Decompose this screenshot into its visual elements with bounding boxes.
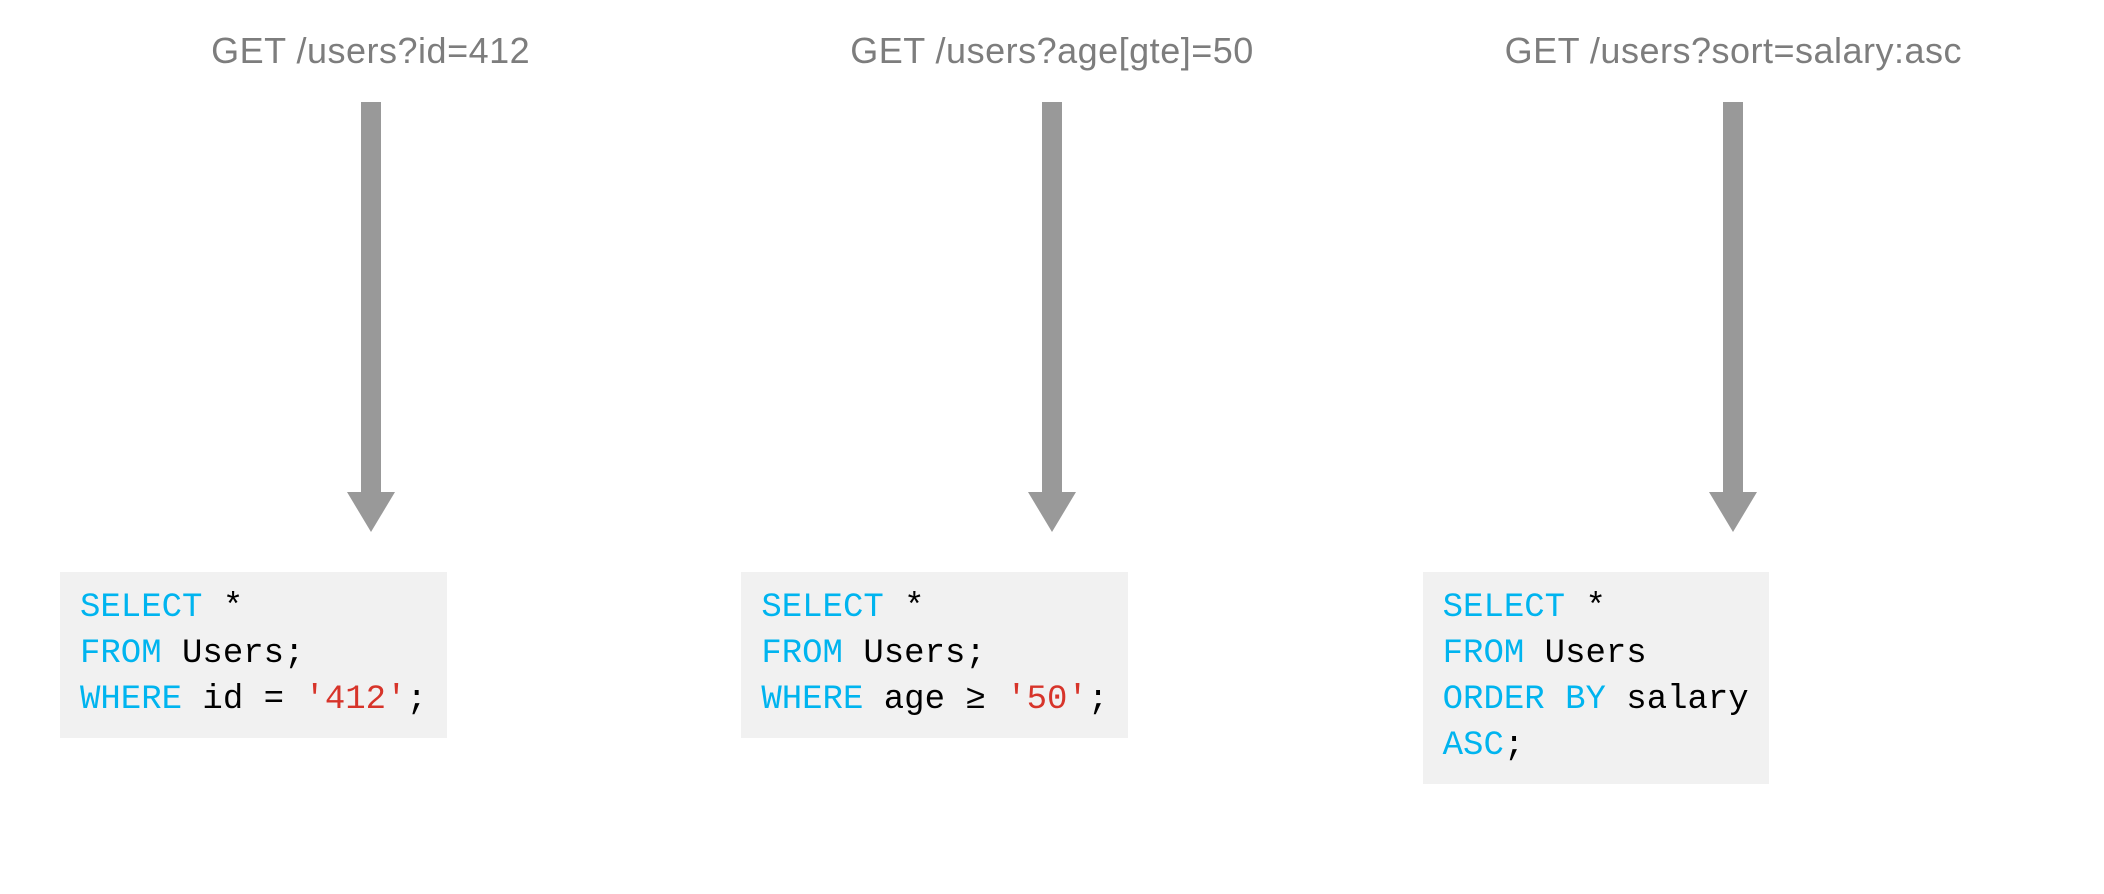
example-column-3: GET /users?sort=salary:asc SELECT * FROM… (1423, 30, 2044, 784)
http-request-2: GET /users?age[gte]=50 (850, 30, 1254, 72)
http-request-1: GET /users?id=412 (211, 30, 530, 72)
sql-block-1: SELECT * FROM Users; WHERE id = '412'; (60, 572, 447, 738)
sql-block-3: SELECT * FROM Users ORDER BY salary ASC; (1423, 572, 1769, 784)
example-column-1: GET /users?id=412 SELECT * FROM Users; W… (60, 30, 681, 738)
arrow-down-icon (1028, 102, 1076, 532)
http-request-3: GET /users?sort=salary:asc (1505, 30, 1963, 72)
sql-block-2: SELECT * FROM Users; WHERE age ≥ '50'; (741, 572, 1128, 738)
arrow-down-icon (347, 102, 395, 532)
example-column-2: GET /users?age[gte]=50 SELECT * FROM Use… (741, 30, 1362, 738)
diagram-row: GET /users?id=412 SELECT * FROM Users; W… (0, 0, 2104, 814)
arrow-down-icon (1709, 102, 1757, 532)
